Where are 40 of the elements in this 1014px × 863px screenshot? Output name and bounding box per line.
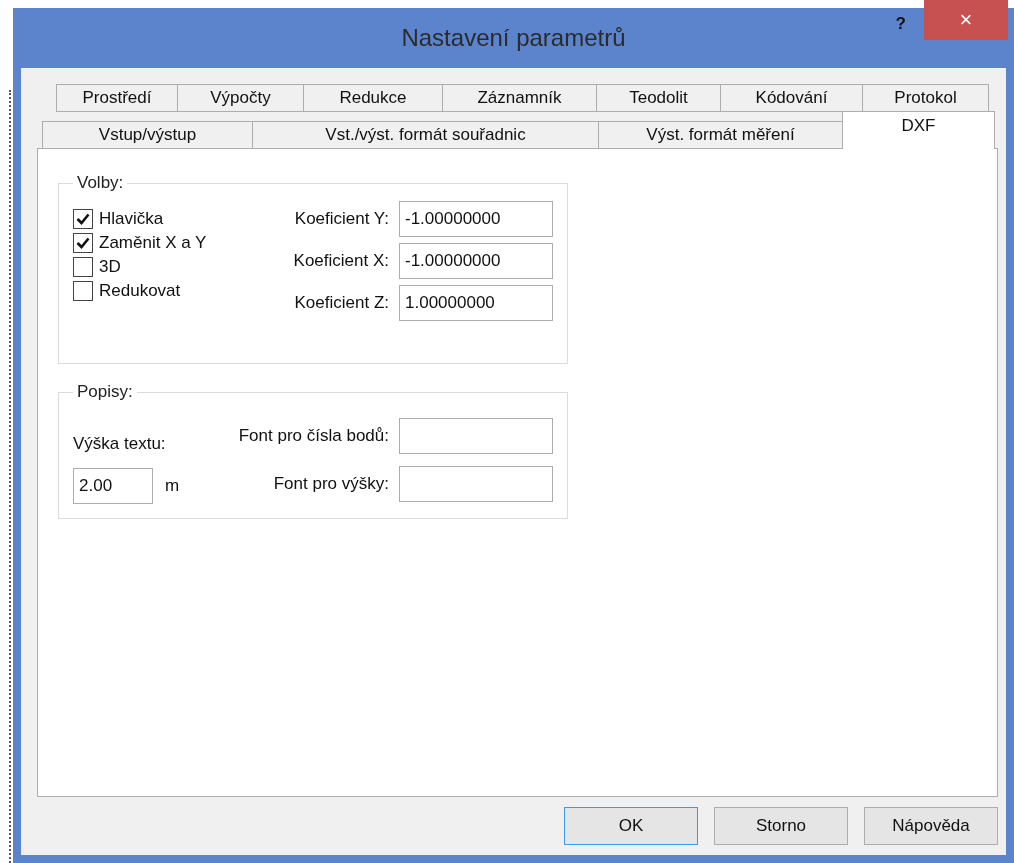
tab[interactable]: Prostředí <box>56 84 178 112</box>
checkmark-icon <box>76 212 90 226</box>
help-button[interactable]: ? <box>895 14 906 34</box>
dialog-button[interactable]: OK <box>564 807 698 845</box>
checkbox[interactable] <box>73 257 93 277</box>
dialog-button[interactable]: Nápověda <box>864 807 998 845</box>
tab[interactable]: Vstup/výstup <box>42 121 253 149</box>
checkbox[interactable] <box>73 233 93 253</box>
input-field[interactable]: 1.00000000 <box>399 285 553 321</box>
field-label: Výška textu: <box>73 434 167 454</box>
tab[interactable]: Záznamník <box>442 84 597 112</box>
window-title: Nastavení parametrů <box>400 24 627 52</box>
tab[interactable]: DXF <box>842 111 995 149</box>
field-label: Koeficient X: <box>293 251 389 271</box>
input-field[interactable] <box>399 466 553 502</box>
close-button[interactable]: × <box>924 0 1008 40</box>
tab[interactable]: Teodolit <box>596 84 721 112</box>
tab[interactable]: Redukce <box>303 84 443 112</box>
dialog-button[interactable]: Storno <box>714 807 848 845</box>
checkbox-label: Redukovat <box>99 281 181 301</box>
checkbox-label: 3D <box>99 257 121 277</box>
field-label: Koeficient Y: <box>294 209 389 229</box>
tab[interactable]: Protokol <box>862 84 989 112</box>
checkbox[interactable] <box>73 209 93 229</box>
group-title: Popisy: <box>76 382 134 402</box>
input-field[interactable] <box>399 418 553 454</box>
field-label: Koeficient Z: <box>294 293 389 313</box>
tab[interactable]: Kódování <box>720 84 863 112</box>
field-label: Font pro výšky: <box>273 474 389 494</box>
input-field[interactable]: -1.00000000 <box>399 243 553 279</box>
field-label: Font pro čísla bodů: <box>238 426 389 446</box>
input-field[interactable]: -1.00000000 <box>399 201 553 237</box>
checkbox[interactable] <box>73 281 93 301</box>
tab[interactable]: Výpočty <box>177 84 304 112</box>
checkbox-label: Zaměnit X a Y <box>99 233 207 253</box>
unit-label: m <box>165 476 180 496</box>
input-field[interactable]: 2.00 <box>73 468 153 504</box>
checkmark-icon <box>76 236 90 250</box>
group-title: Volby: <box>76 173 125 193</box>
checkbox-label: Hlavička <box>99 209 164 229</box>
